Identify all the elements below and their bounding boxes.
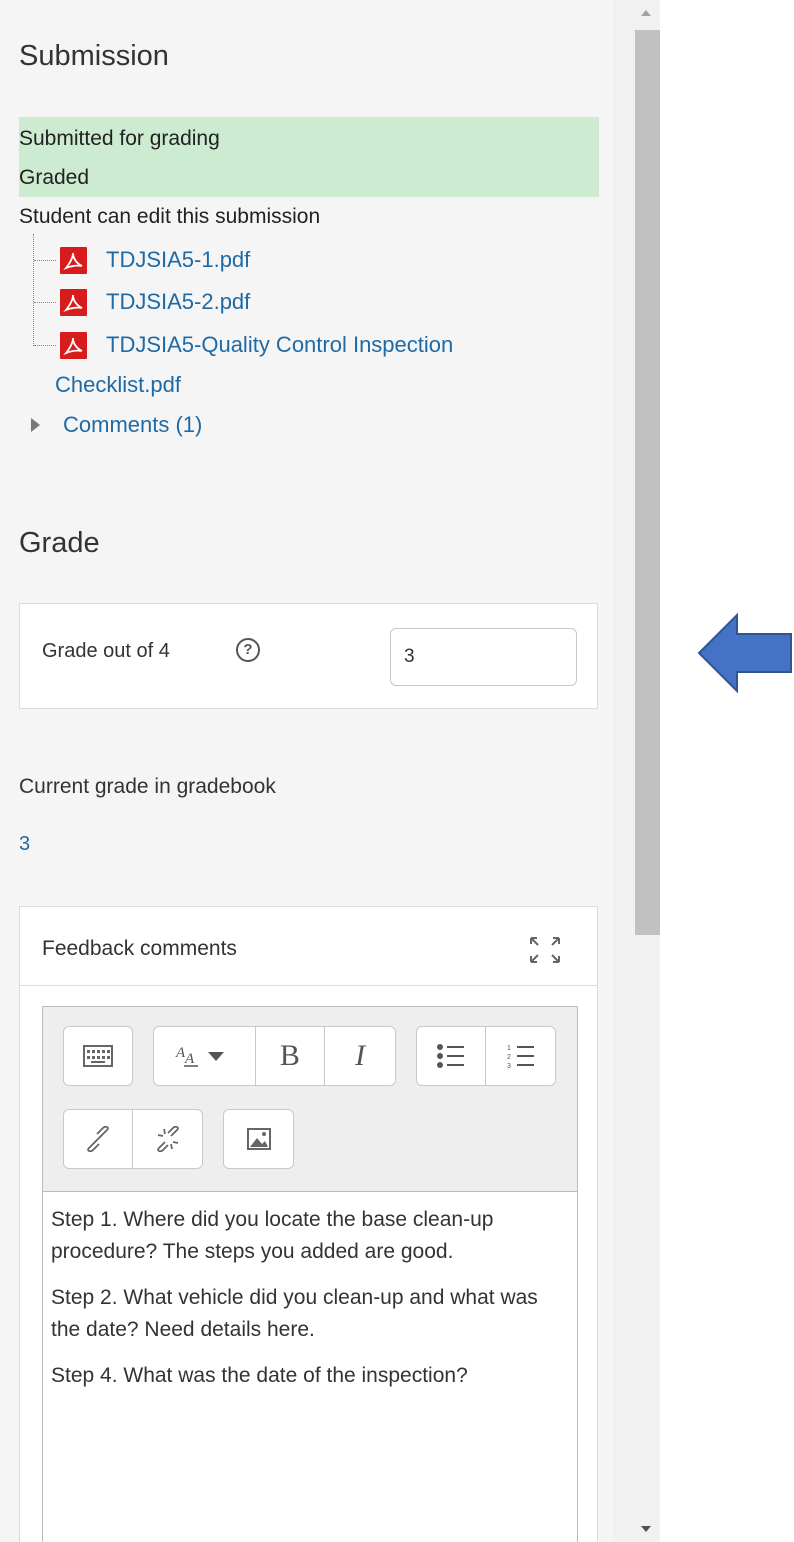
scroll-up-arrow-icon[interactable] [641, 10, 651, 16]
feedback-editor: A A B I 1 2 3 Step 1. Where did you loca… [42, 1006, 578, 1542]
grade-input[interactable] [390, 628, 577, 686]
feedback-paragraph: Step 4. What was the date of the inspect… [51, 1364, 468, 1387]
pdf-file-icon [60, 332, 87, 359]
file-tree-branch [34, 260, 56, 261]
edit-note: Student can edit this submission [19, 205, 321, 228]
feedback-box: Feedback comments A A B I 1 2 3 Step 1. … [19, 906, 598, 1542]
left-arrow-icon [697, 612, 792, 694]
toolbar-group [63, 1109, 203, 1169]
file-link-2[interactable]: TDJSIA5-2.pdf [106, 289, 250, 315]
scroll-down-arrow-icon[interactable] [641, 1526, 651, 1532]
file-tree-branch [34, 302, 56, 303]
feedback-title: Feedback comments [42, 937, 237, 960]
keyboard-icon [83, 1045, 113, 1067]
unlink-icon [156, 1126, 179, 1152]
pdf-file-icon [60, 247, 87, 274]
current-grade-value[interactable]: 3 [19, 833, 30, 856]
vertical-scrollbar[interactable] [613, 0, 660, 1542]
file-tree-line [33, 234, 34, 346]
file-link-1[interactable]: TDJSIA5-1.pdf [106, 247, 250, 273]
svg-text:3: 3 [507, 1063, 511, 1069]
numbered-list-button[interactable]: 1 2 3 [486, 1027, 555, 1085]
svg-text:A: A [184, 1051, 195, 1067]
svg-text:1: 1 [507, 1045, 511, 1052]
font-style-button[interactable]: A A [154, 1027, 256, 1085]
svg-text:2: 2 [507, 1054, 511, 1061]
scrollbar-thumb[interactable] [635, 30, 660, 935]
file-link-3-continued[interactable]: Checklist.pdf [55, 372, 181, 398]
image-button[interactable] [224, 1110, 293, 1168]
grade-box: Grade out of 4 ? [19, 603, 598, 709]
bullet-list-icon [437, 1044, 464, 1068]
toolbar-toggle-button[interactable] [64, 1027, 132, 1085]
feedback-header: Feedback comments [20, 907, 597, 986]
feedback-paragraph: Step 1. Where did you locate the base cl… [51, 1208, 494, 1263]
toolbar-group [223, 1109, 294, 1169]
help-icon[interactable]: ? [236, 638, 260, 662]
status-submitted: Submitted for grading [19, 127, 220, 150]
toolbar-group [63, 1026, 133, 1086]
pdf-file-icon [60, 289, 87, 316]
image-icon [246, 1128, 271, 1150]
editor-toolbar: A A B I 1 2 3 [43, 1007, 577, 1192]
grade-heading: Grade [19, 527, 100, 559]
current-grade-label: Current grade in gradebook [19, 775, 276, 798]
expand-icon[interactable] [528, 935, 562, 965]
grade-label: Grade out of 4 [42, 640, 170, 662]
toolbar-group: 1 2 3 [416, 1026, 556, 1086]
status-graded: Graded [19, 166, 90, 189]
link-button[interactable] [64, 1110, 133, 1168]
link-icon [87, 1126, 109, 1152]
font-style-icon: A A [175, 1045, 225, 1067]
feedback-content[interactable]: Step 1. Where did you locate the base cl… [43, 1192, 577, 1542]
unlink-button[interactable] [133, 1110, 202, 1168]
expand-triangle-icon[interactable] [31, 418, 40, 432]
bold-button[interactable]: B [256, 1027, 326, 1085]
comments-toggle[interactable]: Comments (1) [63, 412, 202, 438]
file-tree-branch [34, 345, 56, 346]
grading-panel: Submission Submitted for grading Graded … [0, 0, 613, 1542]
italic-button[interactable]: I [325, 1027, 395, 1085]
numbered-list-icon: 1 2 3 [507, 1045, 534, 1069]
toolbar-group: A A B I [153, 1026, 396, 1086]
file-link-3[interactable]: TDJSIA5-Quality Control Inspection [106, 332, 453, 358]
feedback-paragraph: Step 2. What vehicle did you clean-up an… [51, 1286, 538, 1341]
submission-heading: Submission [19, 40, 169, 72]
bullet-list-button[interactable] [417, 1027, 486, 1085]
